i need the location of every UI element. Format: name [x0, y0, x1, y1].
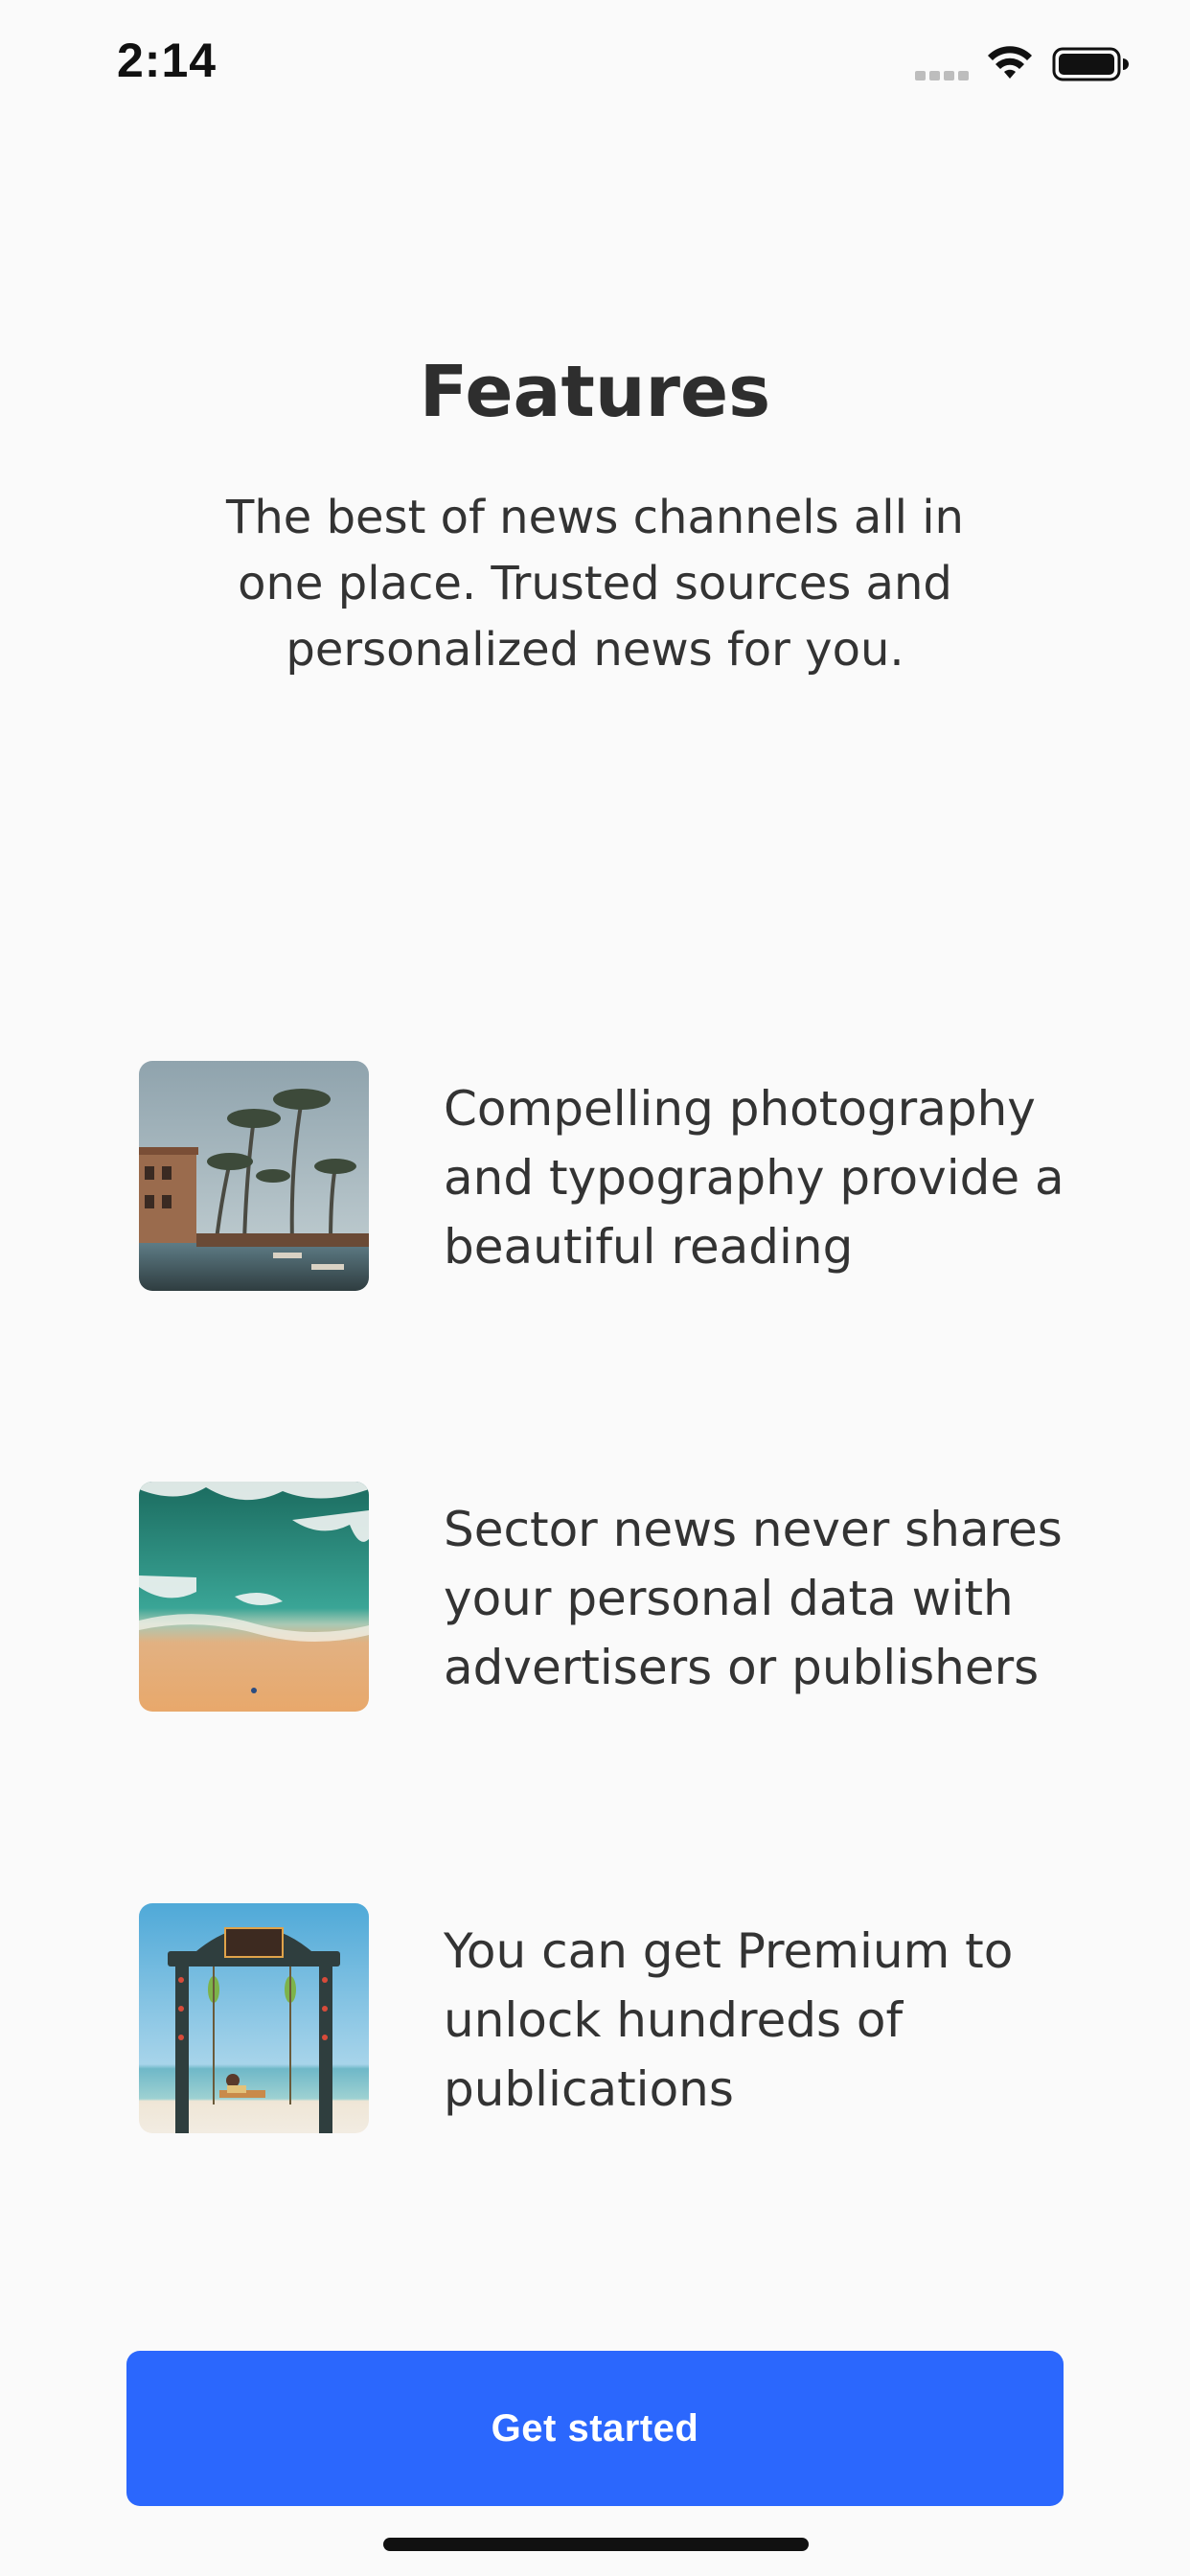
status-time: 2:14	[117, 34, 217, 87]
feature-item: Sector news never shares your personal d…	[139, 1482, 1063, 1712]
feature-text: You can get Premium to unlock hundreds o…	[444, 1923, 1014, 2117]
beach-swing-gate-image	[139, 1903, 369, 2133]
feature-item: Compelling photography and typography pr…	[139, 1061, 1064, 1291]
battery-icon	[1052, 47, 1129, 81]
home-indicator[interactable]	[383, 2538, 809, 2551]
get-started-button[interactable]: Get started	[126, 2351, 1064, 2506]
feature-text: Compelling photography and typography pr…	[444, 1081, 1064, 1275]
page-subtitle: The best of news channels all in one pla…	[226, 491, 964, 677]
aerial-beach-waves-image	[139, 1482, 369, 1712]
signal-icon	[915, 71, 969, 80]
tropical-resort-pool-image	[139, 1061, 369, 1291]
feature-item: You can get Premium to unlock hundreds o…	[139, 1903, 1059, 2133]
feature-text: Sector news never shares your personal d…	[444, 1502, 1063, 1695]
wifi-icon	[988, 46, 1032, 79]
page-title: Features	[419, 351, 771, 433]
status-bar: 2:14	[0, 0, 1190, 128]
onboarding-screen: 2:14 Features The best of news channels …	[0, 0, 1190, 2576]
